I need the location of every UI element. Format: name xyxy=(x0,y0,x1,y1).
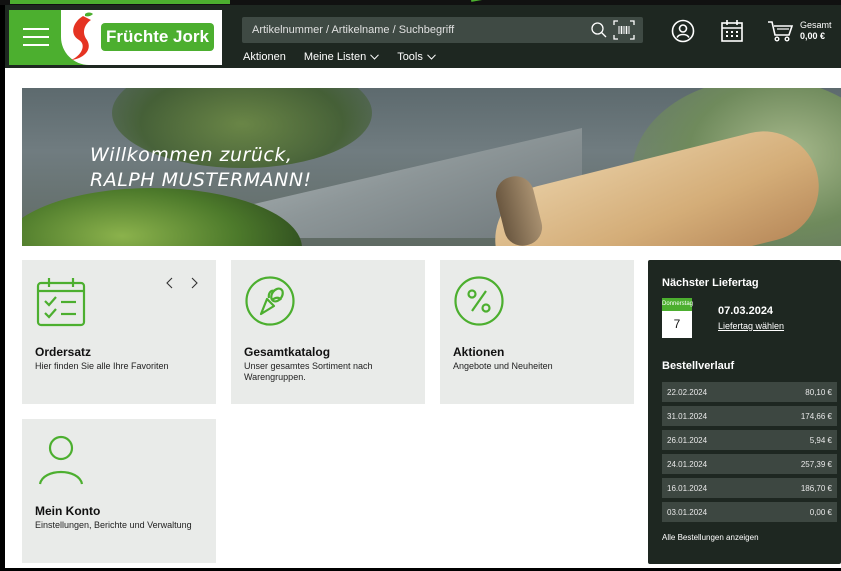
order-row[interactable]: 16.01.2024 186,70 € xyxy=(662,478,837,498)
nav-tools-label: Tools xyxy=(397,51,423,63)
order-date: 16.01.2024 xyxy=(667,483,708,493)
window-edge xyxy=(0,0,5,571)
user-icon[interactable] xyxy=(671,19,695,43)
cart-total[interactable]: Gesamt 0,00 € xyxy=(800,20,832,42)
barcode-scan-icon[interactable] xyxy=(612,19,636,41)
search-bar xyxy=(242,17,643,43)
order-date: 24.01.2024 xyxy=(667,459,708,469)
logo[interactable]: Früchte Jork xyxy=(61,10,222,65)
nav-meine-listen-label: Meine Listen xyxy=(303,51,367,63)
search-input[interactable] xyxy=(242,17,582,43)
tile-description: Unser gesamtes Sortiment nach Warengrupp… xyxy=(244,361,373,382)
order-date: 22.02.2024 xyxy=(667,387,708,397)
calendar-check-icon xyxy=(36,278,86,327)
tile-title: Mein Konto xyxy=(35,504,101,518)
delivery-day-number: 7 xyxy=(662,311,692,338)
tile-title: Aktionen xyxy=(453,345,505,359)
brand-area: Früchte Jork xyxy=(9,10,222,65)
order-history-list: 22.02.2024 80,10 € 31.01.2024 174,66 € 2… xyxy=(662,382,837,526)
calendar-icon[interactable] xyxy=(720,19,744,43)
order-amount: 174,66 € xyxy=(800,411,832,421)
cart-total-value: 0,00 € xyxy=(800,31,826,41)
order-row[interactable]: 22.02.2024 80,10 € xyxy=(662,382,837,402)
order-date: 26.01.2024 xyxy=(667,435,708,445)
main-nav: Aktionen Meine Listen Tools xyxy=(243,50,436,64)
menu-icon[interactable] xyxy=(23,28,49,50)
vegetables-icon xyxy=(245,276,295,326)
percent-icon xyxy=(454,276,504,326)
delivery-orders-panel: Nächster Liefertag Donnerstag 7 07.03.20… xyxy=(648,260,841,564)
order-row[interactable]: 26.01.2024 5,94 € xyxy=(662,430,837,450)
order-amount: 5,94 € xyxy=(809,435,832,445)
cart-total-label: Gesamt xyxy=(800,20,832,30)
tile-description: Angebote und Neuheiten xyxy=(453,361,553,371)
tile-description: Hier finden Sie alle Ihre Favoriten xyxy=(35,361,169,371)
order-row[interactable]: 31.01.2024 174,66 € xyxy=(662,406,837,426)
tile-description: Einstellungen, Berichte und Verwaltung xyxy=(35,520,192,530)
logo-text: Früchte Jork xyxy=(101,23,214,51)
order-date: 31.01.2024 xyxy=(667,411,708,421)
welcome-greeting: Willkommen zurück, RALPH MUSTERMANN! xyxy=(90,143,312,193)
user-icon xyxy=(38,435,84,485)
order-row[interactable]: 03.01.2024 0,00 € xyxy=(662,502,837,522)
delivery-date: 07.03.2024 xyxy=(718,305,774,317)
chevron-down-icon xyxy=(427,54,436,60)
order-amount: 80,10 € xyxy=(805,387,832,397)
top-accent xyxy=(10,0,230,4)
order-amount: 257,39 € xyxy=(800,459,832,469)
all-orders-link[interactable]: Alle Bestellungen anzeigen xyxy=(662,533,759,542)
greeting-line-2: RALPH MUSTERMANN! xyxy=(90,169,312,191)
tile-ordersatz[interactable]: Ordersatz Hier finden Sie alle Ihre Favo… xyxy=(22,260,216,404)
search-icon[interactable] xyxy=(590,21,608,39)
order-amount: 186,70 € xyxy=(800,483,832,493)
tile-aktionen[interactable]: Aktionen Angebote und Neuheiten xyxy=(440,260,634,404)
nav-meine-listen[interactable]: Meine Listen xyxy=(303,50,380,64)
order-history-heading: Bestellverlauf xyxy=(662,360,735,372)
hero-herbs xyxy=(22,188,302,246)
tile-gesamtkatalog[interactable]: Gesamtkatalog Unser gesamtes Sortiment n… xyxy=(231,260,425,404)
order-amount: 0,00 € xyxy=(809,507,832,517)
tile-title: Gesamtkatalog xyxy=(244,345,331,359)
hero-banner: Willkommen zurück, RALPH MUSTERMANN! xyxy=(22,88,841,246)
cart-icon[interactable] xyxy=(767,19,795,43)
logo-mark-icon xyxy=(71,12,93,60)
carousel-controls xyxy=(165,277,199,289)
tile-mein-konto[interactable]: Mein Konto Einstellungen, Berichte und V… xyxy=(22,419,216,563)
chevron-left-icon[interactable] xyxy=(165,277,175,289)
nav-tools[interactable]: Tools xyxy=(397,50,436,64)
nav-aktionen[interactable]: Aktionen xyxy=(243,50,286,64)
delivery-date-badge: Donnerstag 7 xyxy=(662,298,693,338)
delivery-weekday: Donnerstag xyxy=(662,298,693,311)
order-row[interactable]: 24.01.2024 257,39 € xyxy=(662,454,837,474)
choose-delivery-day-link[interactable]: Liefertag wählen xyxy=(718,321,784,331)
next-delivery-heading: Nächster Liefertag xyxy=(662,277,759,289)
greeting-line-1: Willkommen zurück, xyxy=(90,144,293,166)
nav-aktionen-label: Aktionen xyxy=(243,51,286,63)
chevron-right-icon[interactable] xyxy=(189,277,199,289)
chevron-down-icon xyxy=(370,54,380,60)
order-date: 03.01.2024 xyxy=(667,507,708,517)
tile-title: Ordersatz xyxy=(35,345,92,359)
